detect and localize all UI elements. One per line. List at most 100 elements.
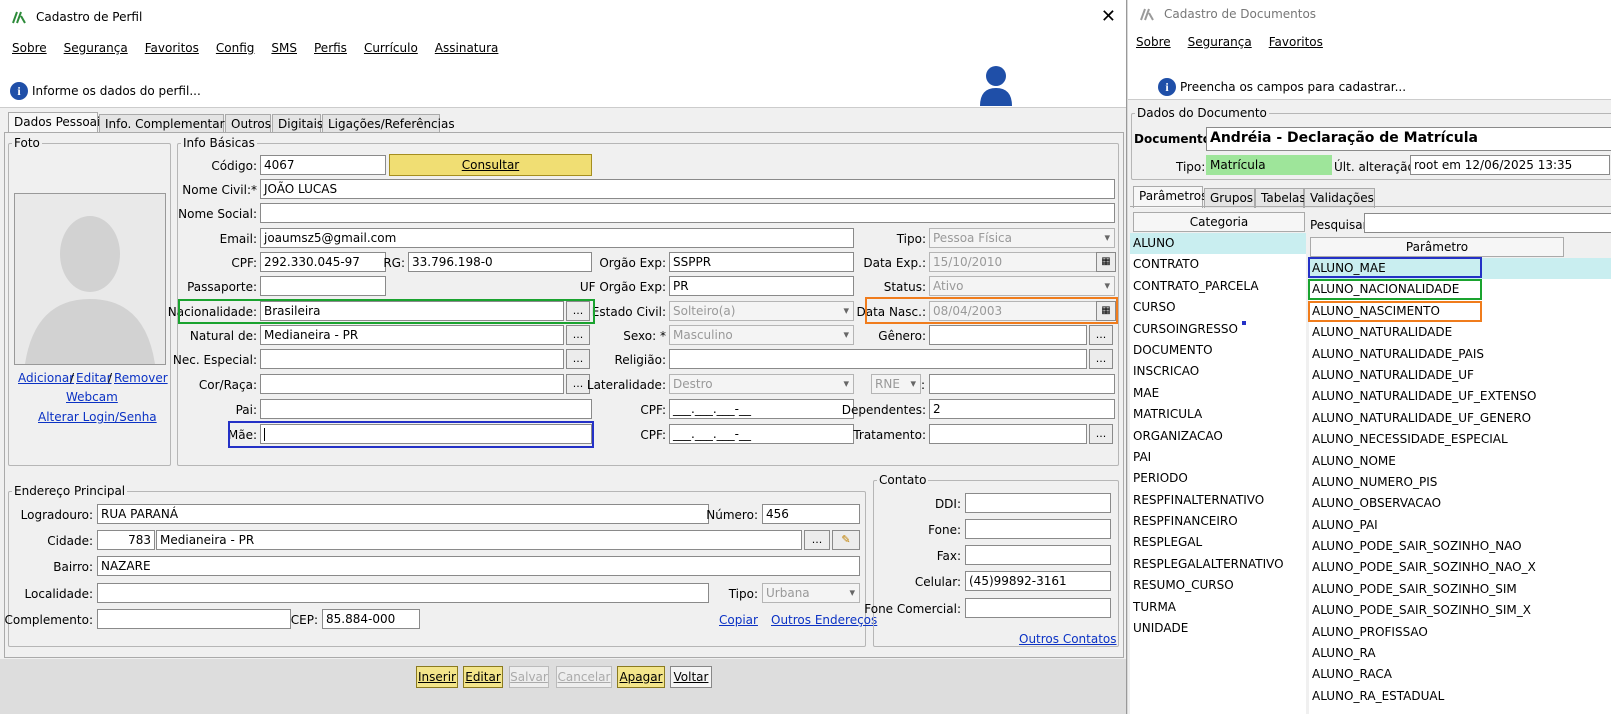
nome-social-field[interactable] bbox=[260, 203, 1115, 223]
email-field[interactable]: joaumsz5@gmail.com bbox=[260, 228, 854, 248]
cpf-pai-field[interactable]: ___.___.___-__ bbox=[669, 399, 854, 419]
fone-field[interactable] bbox=[965, 519, 1111, 539]
action-button-salvar[interactable]: Salvar bbox=[509, 666, 549, 688]
editar-link[interactable]: Editar bbox=[76, 371, 112, 385]
calendar-icon[interactable]: ▦ bbox=[1096, 252, 1116, 272]
action-button-cancelar[interactable]: Cancelar bbox=[556, 666, 612, 688]
lateralidade-select[interactable]: Destro bbox=[669, 374, 854, 394]
parametro-item[interactable]: ALUNO_NATURALIDADE bbox=[1309, 322, 1611, 343]
categoria-item[interactable]: RESPLEGAL bbox=[1130, 532, 1306, 553]
menu-item-4[interactable]: SMS bbox=[271, 41, 297, 55]
tab-2[interactable]: Outros bbox=[225, 114, 271, 134]
adicionar-link[interactable]: Adicionar bbox=[18, 371, 74, 385]
parametro-item[interactable]: ALUNO_PODE_SAIR_SOZINHO_NAO_X bbox=[1309, 557, 1611, 578]
categoria-item[interactable]: RESPLEGALALTERNATIVO bbox=[1130, 554, 1306, 575]
doc-tab-1[interactable]: Grupos bbox=[1204, 188, 1255, 208]
complemento-field[interactable] bbox=[97, 609, 291, 629]
natural-field[interactable]: Medianeira - PR bbox=[260, 325, 564, 345]
action-button-inserir[interactable]: Inserir bbox=[416, 666, 458, 688]
cpf-mae-field[interactable]: ___.___.___-__ bbox=[669, 424, 854, 444]
tab-3[interactable]: Digitais bbox=[272, 114, 323, 134]
parametro-item[interactable]: ALUNO_PODE_SAIR_SOZINHO_NAO bbox=[1309, 536, 1611, 557]
tipo-field[interactable]: Matrícula bbox=[1206, 155, 1332, 175]
categoria-item[interactable]: ALUNO bbox=[1130, 233, 1306, 255]
pai-field[interactable] bbox=[260, 399, 592, 419]
edit-pencil-icon[interactable]: ✎ bbox=[832, 530, 860, 550]
doc-tab-0[interactable]: Parâmetros bbox=[1133, 186, 1207, 208]
menu-item-3[interactable]: Config bbox=[216, 41, 255, 55]
nec-especial-field[interactable] bbox=[260, 349, 564, 369]
doc-menu-item-0[interactable]: Sobre bbox=[1136, 35, 1171, 49]
categoria-item[interactable]: RESPFINANCEIRO bbox=[1130, 511, 1306, 532]
doc-tab-2[interactable]: Tabelas bbox=[1255, 188, 1306, 208]
documento-field[interactable]: Andréia - Declaração de Matrícula bbox=[1206, 127, 1611, 151]
menu-item-2[interactable]: Favoritos bbox=[145, 41, 199, 55]
cep-field[interactable]: 85.884-000 bbox=[322, 609, 420, 629]
copiar-link[interactable]: Copiar bbox=[719, 613, 758, 627]
tipo-select[interactable]: Pessoa Física bbox=[929, 228, 1115, 248]
outros-enderecos-link[interactable]: Outros Endereços bbox=[771, 613, 877, 627]
menu-item-7[interactable]: Assinatura bbox=[435, 41, 499, 55]
rg-field[interactable]: 33.796.198-0 bbox=[408, 252, 592, 272]
ddi-field[interactable] bbox=[965, 493, 1111, 513]
cpf-field[interactable]: 292.330.045-97 bbox=[260, 252, 386, 272]
parametro-item[interactable]: ALUNO_RA_ESTADUAL bbox=[1309, 686, 1611, 707]
logradouro-field[interactable]: RUA PARANÁ bbox=[97, 504, 709, 524]
action-button-editar[interactable]: Editar bbox=[463, 666, 503, 688]
action-button-apagar[interactable]: Apagar bbox=[617, 666, 665, 688]
parametro-item[interactable]: ALUNO_PODE_SAIR_SOZINHO_SIM_X bbox=[1309, 600, 1611, 621]
tab-1[interactable]: Info. Complementares bbox=[99, 114, 238, 134]
consultar-button[interactable]: Consultar bbox=[389, 154, 592, 176]
cidade-codigo-field[interactable]: 783 bbox=[97, 530, 155, 550]
nec-especial-lookup-button[interactable]: ... bbox=[566, 349, 590, 369]
genero-lookup-button[interactable]: ... bbox=[1089, 325, 1113, 345]
menu-item-6[interactable]: Currículo bbox=[364, 41, 418, 55]
doc-menu-item-2[interactable]: Favoritos bbox=[1269, 35, 1323, 49]
categoria-item[interactable]: PERIODO bbox=[1130, 468, 1306, 489]
cidade-field[interactable]: Medianeira - PR bbox=[156, 530, 802, 550]
religiao-lookup-button[interactable]: ... bbox=[1089, 349, 1113, 369]
tratamento-field[interactable] bbox=[929, 424, 1087, 444]
categoria-item[interactable]: ORGANIZACAO bbox=[1130, 426, 1306, 447]
fax-field[interactable] bbox=[965, 545, 1111, 565]
pesquisar-input[interactable] bbox=[1364, 213, 1611, 233]
categoria-item[interactable]: INSCRICAO bbox=[1130, 361, 1306, 382]
dependentes-field[interactable]: 2 bbox=[929, 399, 1115, 419]
categoria-item[interactable]: CURSO bbox=[1130, 297, 1306, 318]
categoria-item[interactable]: MATRICULA bbox=[1130, 404, 1306, 425]
tratamento-lookup-button[interactable]: ... bbox=[1089, 424, 1113, 444]
outros-contatos-link[interactable]: Outros Contatos bbox=[1019, 632, 1117, 646]
parametro-item[interactable]: ALUNO_RACA bbox=[1309, 664, 1611, 685]
numero-field[interactable]: 456 bbox=[762, 504, 860, 524]
categoria-item[interactable]: DOCUMENTO bbox=[1130, 340, 1306, 361]
menu-item-1[interactable]: Segurança bbox=[64, 41, 128, 55]
alterar-login-link[interactable]: Alterar Login/Senha bbox=[38, 410, 157, 424]
categoria-item[interactable]: RESUMO_CURSO bbox=[1130, 575, 1306, 596]
parametro-item[interactable]: ALUNO_PODE_SAIR_SOZINHO_SIM bbox=[1309, 579, 1611, 600]
categoria-item[interactable]: TURMA bbox=[1130, 597, 1306, 618]
categoria-item[interactable]: MAE bbox=[1130, 383, 1306, 404]
parametro-item[interactable]: ALUNO_OBSERVACAO bbox=[1309, 493, 1611, 514]
estado-civil-select[interactable]: Solteiro(a) bbox=[669, 301, 854, 321]
tab-4[interactable]: Ligações/Referências bbox=[322, 114, 455, 134]
categoria-item[interactable]: UNIDADE bbox=[1130, 618, 1306, 639]
categoria-item[interactable]: CONTRATO_PARCELA bbox=[1130, 276, 1306, 297]
parametro-item[interactable]: ALUNO_NATURALIDADE_UF bbox=[1309, 365, 1611, 386]
parametro-item[interactable]: ALUNO_NATURALIDADE_UF_EXTENSO bbox=[1309, 386, 1611, 407]
orgao-field[interactable]: SSPPR bbox=[669, 252, 854, 272]
doc-tab-3[interactable]: Validações bbox=[1304, 188, 1375, 208]
uf-orgao-field[interactable]: PR bbox=[669, 276, 854, 296]
cidade-lookup-button[interactable]: ... bbox=[804, 530, 830, 550]
parametro-item[interactable]: ALUNO_NATURALIDADE_UF_GENERO bbox=[1309, 408, 1611, 429]
parametro-item[interactable]: ALUNO_NUMERO_PIS bbox=[1309, 472, 1611, 493]
rne-select[interactable]: RNE bbox=[871, 374, 921, 394]
categoria-item[interactable]: PAI bbox=[1130, 447, 1306, 468]
parametro-item[interactable]: ALUNO_RA bbox=[1309, 643, 1611, 664]
categoria-item[interactable]: CONTRATO bbox=[1130, 254, 1306, 275]
data-exp-field[interactable]: 15/10/2010 bbox=[929, 252, 1097, 272]
genero-field[interactable] bbox=[929, 325, 1087, 345]
tipo-endereco-select[interactable]: Urbana bbox=[762, 583, 860, 603]
celular-field[interactable]: (45)99892-3161 bbox=[965, 571, 1111, 591]
parametro-item[interactable]: ALUNO_NECESSIDADE_ESPECIAL bbox=[1309, 429, 1611, 450]
action-button-voltar[interactable]: Voltar bbox=[670, 666, 712, 688]
